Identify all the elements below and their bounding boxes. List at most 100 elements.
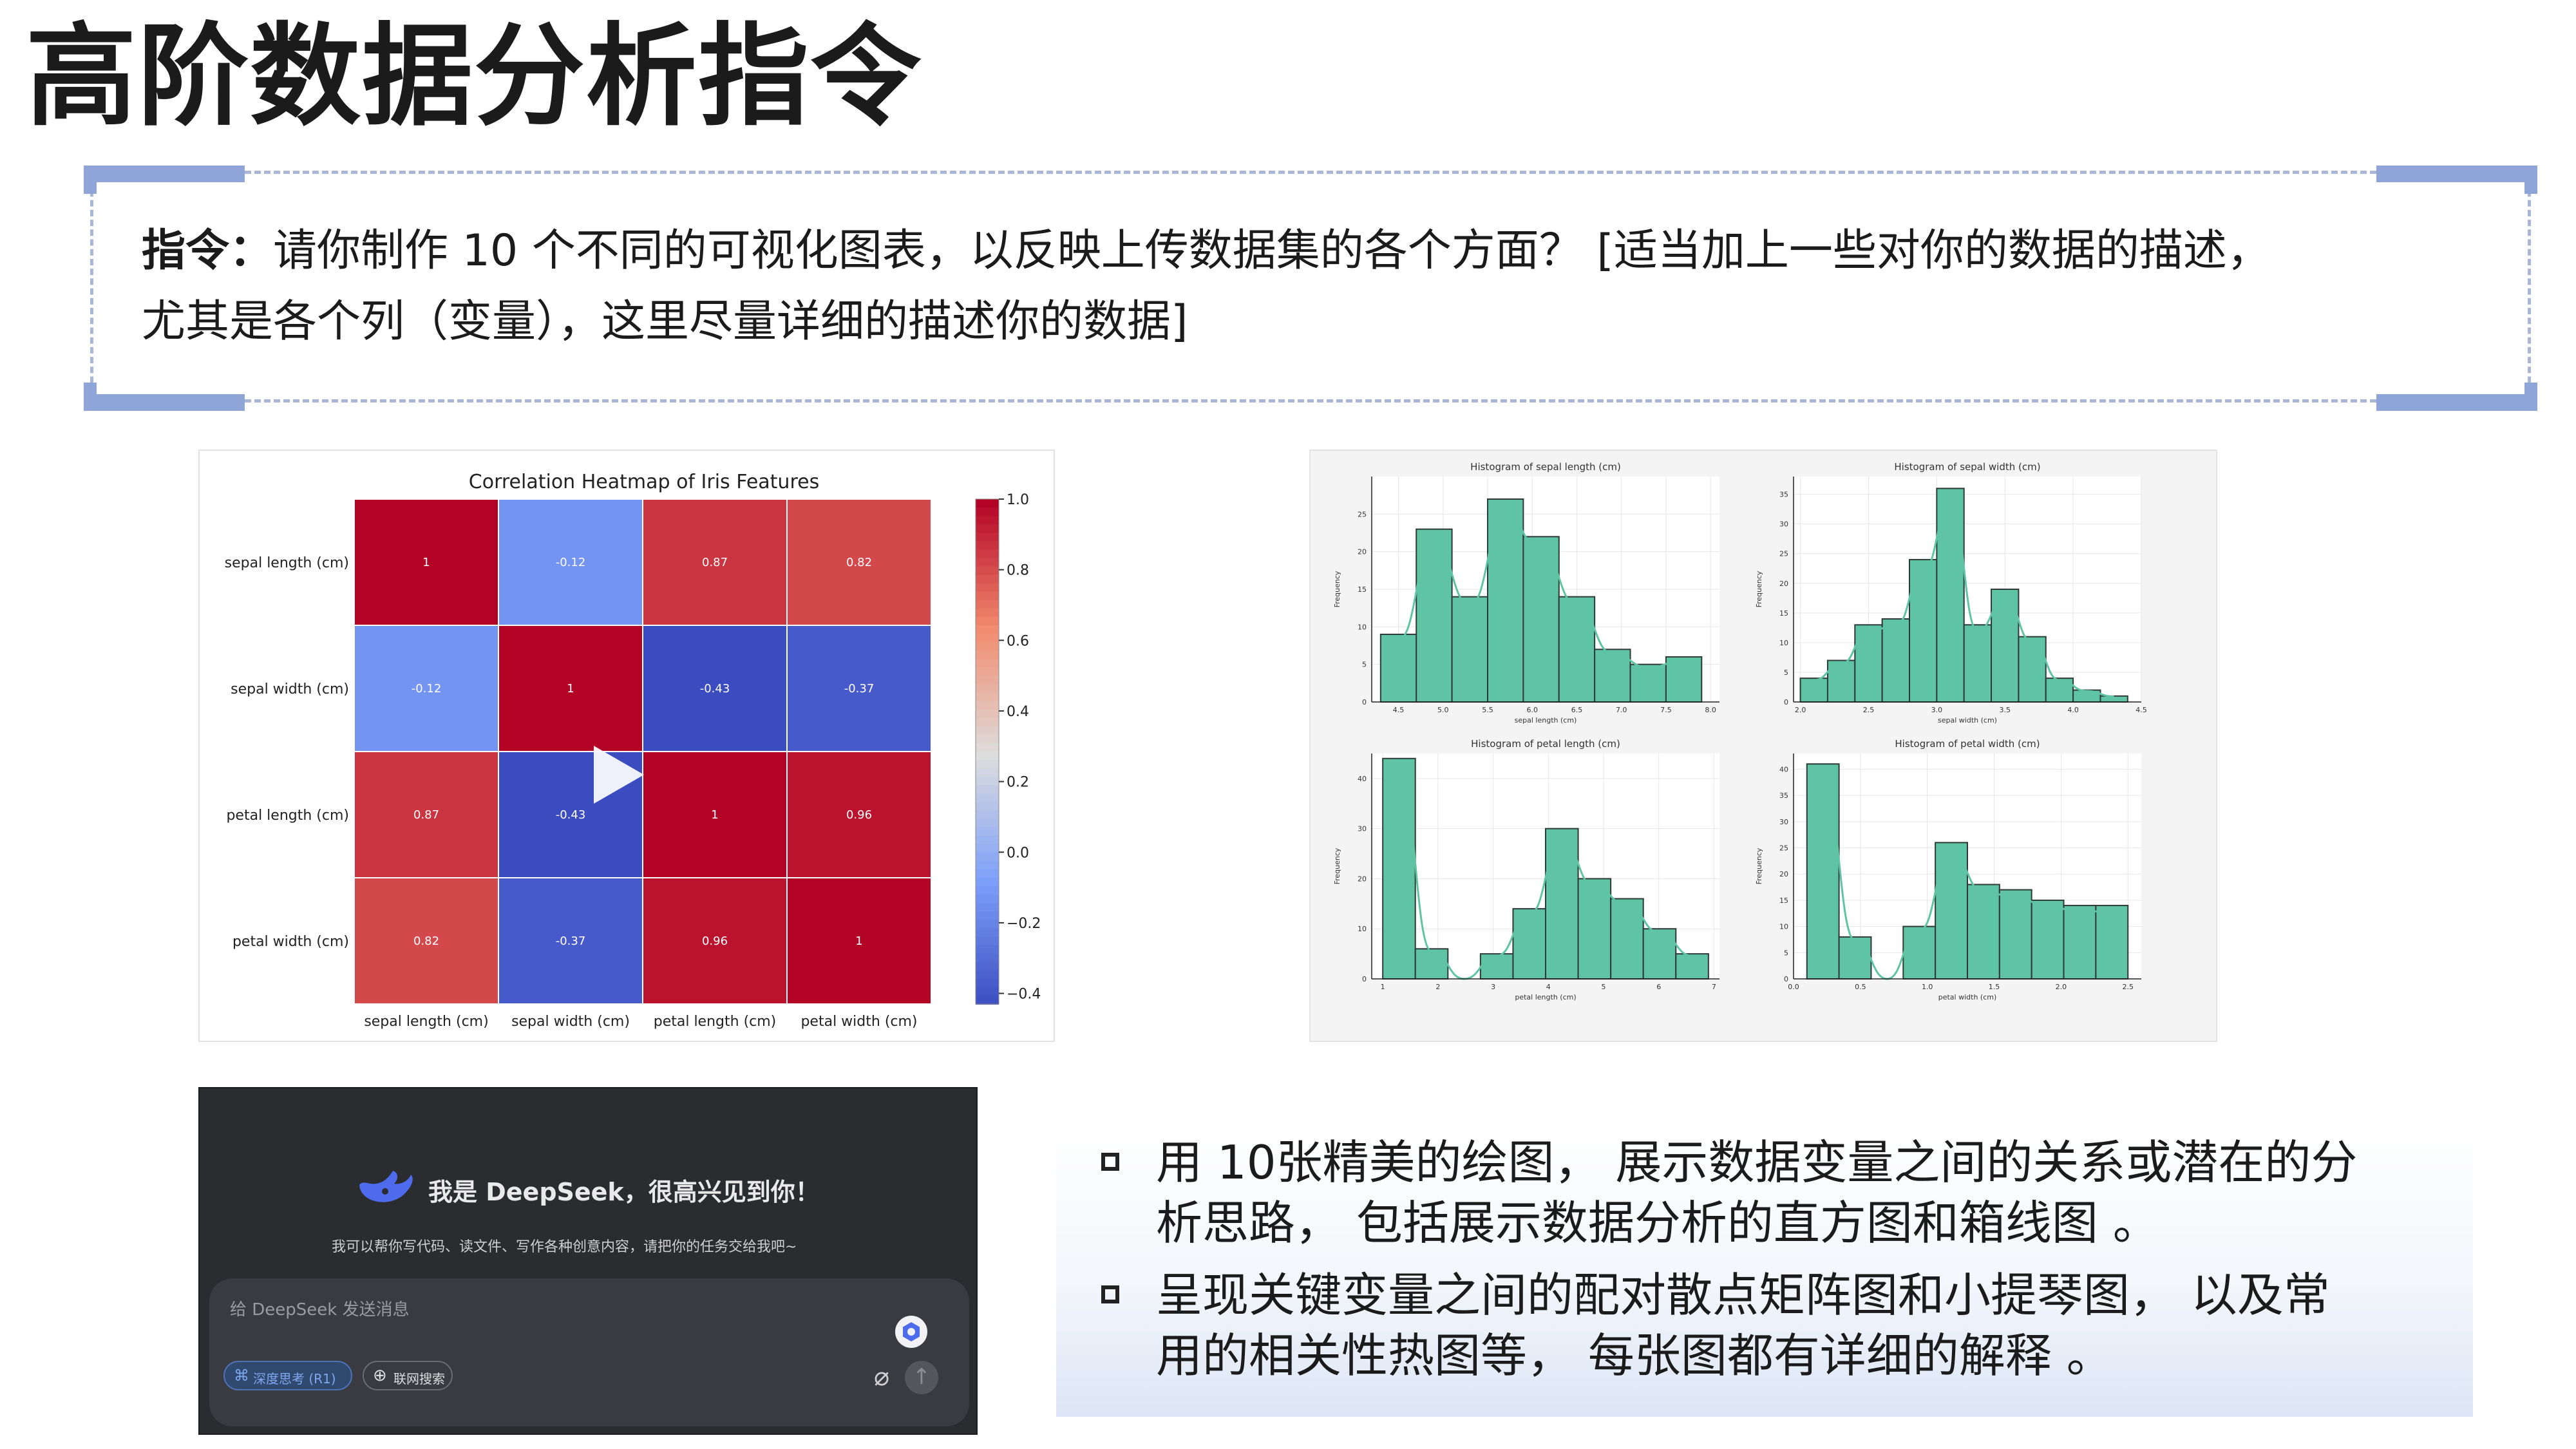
- histogram-xtick-label: 2.0: [2056, 983, 2067, 991]
- paperclip-icon[interactable]: ⌀: [874, 1362, 889, 1392]
- colorbar-segment: [976, 709, 999, 719]
- histogram-xtick-label: 4.5: [1393, 706, 1405, 714]
- histogram-ytick-label: 20: [1358, 548, 1367, 556]
- colorbar-segment: [976, 574, 999, 584]
- colorbar-segment: [976, 810, 999, 820]
- heatmap-cell-label: -0.37: [844, 682, 875, 696]
- histogram-title: Histogram of petal length (cm): [1471, 738, 1620, 750]
- histogram-ylabel: Frequency: [1333, 848, 1341, 884]
- colorbar-tick-label: 0.4: [1007, 704, 1029, 720]
- web-search-toggle[interactable]: ⊕ 联网搜索: [363, 1361, 453, 1390]
- bullet-2-line-2: 用的相关性热图等， 每张图都有详细的解释 。: [1156, 1329, 2113, 1383]
- histogram-bar: [1487, 498, 1524, 703]
- histogram-bar: [1414, 948, 1449, 980]
- colorbar-segment: [976, 802, 999, 811]
- histogram-xtick-label: 1: [1381, 983, 1385, 991]
- arrow-up-icon[interactable]: ↑: [905, 1361, 938, 1394]
- histogram-xtick-label: 7.5: [1660, 706, 1672, 714]
- heatmap-row-label: sepal length (cm): [225, 555, 349, 571]
- histogram-bar: [1479, 953, 1514, 980]
- colorbar-segment: [976, 978, 999, 988]
- heatmap-cell-label: 0.82: [846, 556, 872, 569]
- histogram-bar: [1382, 757, 1416, 980]
- corner-bar-bl: [84, 394, 245, 411]
- colorbar-segment: [976, 752, 999, 761]
- histogram-bar: [1451, 596, 1489, 703]
- colorbar-segment: [976, 667, 999, 677]
- histogram-xtick-label: 2: [1435, 983, 1440, 991]
- colorbar-segment: [976, 524, 999, 534]
- heatmap-col-label: sepal length (cm): [364, 1014, 488, 1030]
- histogram-ylabel: Frequency: [1755, 848, 1763, 884]
- deep-think-label: 深度思考 (R1): [253, 1371, 336, 1387]
- corner-bar-tl: [84, 166, 245, 182]
- histogram-ytick-label: 25: [1779, 844, 1788, 853]
- colorbar-segment: [976, 860, 999, 870]
- colorbar-segment: [976, 886, 999, 896]
- histogram-xtick-label: 6.0: [1526, 706, 1538, 714]
- colorbar-segment: [976, 785, 999, 795]
- histogram-ytick-label: 25: [1358, 510, 1367, 518]
- colorbar-segment: [976, 734, 999, 744]
- histogram-ytick-label: 35: [1779, 491, 1788, 499]
- histogram-bar: [1512, 908, 1546, 980]
- colorbar-segment: [976, 844, 999, 853]
- histogram-bar: [2095, 905, 2129, 980]
- message-input[interactable]: 给 DeepSeek 发送消息: [230, 1296, 410, 1320]
- whale-icon: [359, 1171, 413, 1202]
- colorbar-segment: [976, 743, 999, 752]
- web-search-label: 联网搜索: [393, 1371, 445, 1387]
- histogram-ytick-label: 0: [1362, 698, 1367, 706]
- colorbar-tick-label: 0.6: [1007, 633, 1029, 649]
- histogram-ytick-label: 35: [1779, 791, 1788, 800]
- deep-think-toggle[interactable]: ⌘ 深度思考 (R1): [223, 1361, 352, 1390]
- colorbar-tick-label: 1.0: [1007, 492, 1029, 508]
- histogram-bar: [1558, 596, 1596, 703]
- histogram-title: Histogram of sepal width (cm): [1894, 461, 2040, 473]
- colorbar-segment: [976, 541, 999, 551]
- colorbar-segment: [976, 852, 999, 862]
- histogram-ytick-label: 10: [1779, 923, 1788, 931]
- histogram-xtick-label: 3: [1491, 983, 1495, 991]
- histogram-bar: [1806, 763, 1840, 980]
- histogram-xtick-label: 1.0: [1922, 983, 1933, 991]
- histogram-ytick-label: 30: [1779, 520, 1788, 529]
- colorbar-segment: [976, 793, 999, 803]
- histogram-ytick-label: 10: [1358, 623, 1367, 631]
- histogram-bar: [2063, 905, 2097, 980]
- histogram-ytick-label: 10: [1358, 925, 1367, 933]
- colorbar-segment: [976, 650, 999, 660]
- histogram-ytick-label: 5: [1784, 668, 1788, 677]
- histogram-xtick-label: 1.5: [1989, 983, 2000, 991]
- deepseek-chat-window: 我是 DeepSeek，很高兴见到你！ 我可以帮你写代码、读文件、写作各种创意内…: [198, 1087, 978, 1435]
- colorbar-segment: [976, 827, 999, 837]
- colorbar-segment: [976, 516, 999, 526]
- colorbar-segment: [976, 608, 999, 618]
- colorbar-segment: [976, 726, 999, 735]
- model-switch-icon[interactable]: [895, 1316, 927, 1348]
- deepseek-subtitle: 我可以帮你写代码、读文件、写作各种创意内容，请把你的任务交给我吧~: [332, 1239, 797, 1255]
- heatmap-cell-label: 0.87: [413, 808, 439, 822]
- histogram-ytick-label: 20: [1779, 580, 1788, 588]
- heatmap-cell-label: -0.37: [556, 934, 586, 948]
- colorbar-segment: [976, 558, 999, 567]
- colorbar-segment: [976, 600, 999, 609]
- corner-tick-br: [2524, 383, 2537, 411]
- histogram-ytick-label: 20: [1358, 875, 1367, 883]
- colorbar-segment: [976, 634, 999, 643]
- colorbar-segment: [976, 928, 999, 938]
- histogram-bar: [2018, 636, 2047, 703]
- bullet-2-line-1: 呈现关键变量之间的配对散点矩阵图和小提琴图， 以及常: [1156, 1268, 2330, 1322]
- colorbar-segment: [976, 869, 999, 878]
- corner-tick-tl: [84, 166, 97, 194]
- histogram-xtick-label: 4.0: [2067, 706, 2079, 714]
- instruction-line-2: 尤其是各个列（变量），这里尽量详细的描述你的数据]: [142, 296, 1188, 347]
- histogram-bar: [1998, 889, 2032, 980]
- heatmap-col-label: petal width (cm): [800, 1014, 917, 1030]
- colorbar-segment: [976, 953, 999, 963]
- corner-bar-br: [2376, 394, 2537, 411]
- colorbar-segment: [976, 625, 999, 635]
- histogram-xtick-label: 8.0: [1705, 706, 1716, 714]
- heatmap-cell-label: 0.82: [413, 934, 439, 948]
- colorbar-segment: [976, 920, 999, 929]
